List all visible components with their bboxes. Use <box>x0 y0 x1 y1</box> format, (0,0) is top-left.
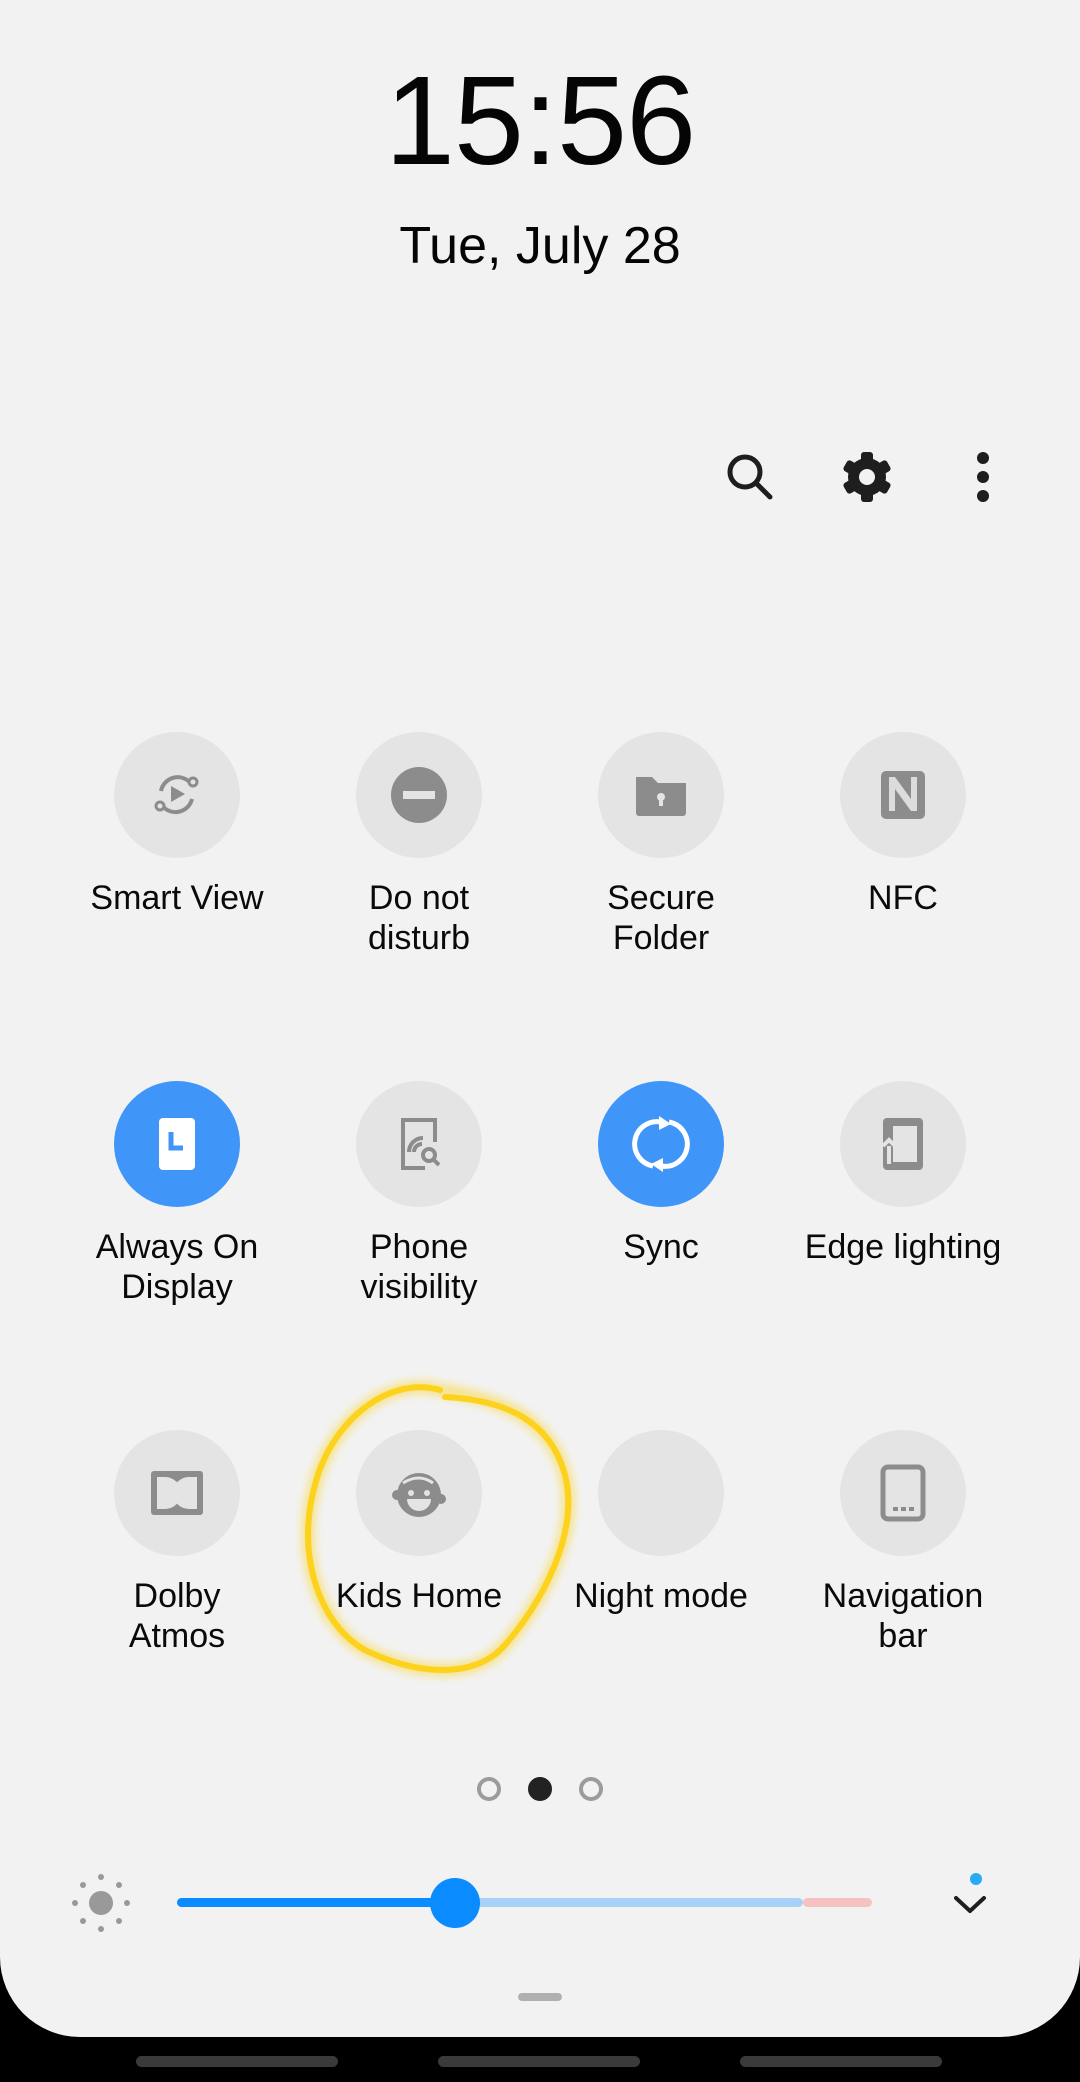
clock-time: 15:56 <box>384 50 696 191</box>
search-icon <box>727 454 773 500</box>
brightness-slider-thumb[interactable] <box>430 1878 480 1928</box>
tile-label: Do not disturb <box>367 879 471 957</box>
brightness-track-fill <box>177 1898 455 1907</box>
page-indicator <box>0 1777 1080 1801</box>
tile-phone-visibility[interactable]: Phone visibility <box>299 1081 539 1307</box>
tile-sync[interactable]: Sync <box>541 1081 781 1267</box>
brightness-track-high-zone <box>802 1898 872 1907</box>
settings-button[interactable] <box>835 445 899 509</box>
gear-icon <box>843 452 891 502</box>
tile-toggle-button[interactable] <box>114 732 240 858</box>
kids-home-icon <box>392 1473 446 1517</box>
search-button[interactable] <box>718 445 782 509</box>
panel-drag-handle[interactable] <box>518 1993 562 2001</box>
more-vertical-icon <box>977 452 989 502</box>
brightness-slider[interactable] <box>177 1878 872 1928</box>
tile-toggle-button[interactable] <box>114 1430 240 1556</box>
tile-label: NFC <box>868 879 938 917</box>
tile-always-on-display[interactable]: Always On Display <box>57 1081 297 1307</box>
tile-label: Secure Folder <box>607 879 715 957</box>
brightness-sun-icon <box>72 1874 130 1932</box>
nav-bar-back[interactable] <box>740 2056 942 2067</box>
edge-lighting-icon <box>881 1118 923 1170</box>
tile-toggle-button[interactable] <box>840 732 966 858</box>
more-options-button[interactable] <box>951 445 1015 509</box>
tile-label: Kids Home <box>335 1577 503 1615</box>
tile-navigation-bar[interactable]: Navigation bar <box>783 1430 1023 1656</box>
tile-kids-home[interactable]: Kids Home <box>299 1430 539 1616</box>
do-not-disturb-icon <box>391 767 447 823</box>
tile-dolby-atmos[interactable]: Dolby Atmos <box>57 1430 297 1656</box>
sync-icon <box>632 1116 690 1172</box>
nav-bar-home[interactable] <box>438 2056 640 2067</box>
tile-label: Dolby Atmos <box>128 1577 226 1655</box>
tile-label: Sync <box>623 1228 699 1266</box>
tile-do-not-disturb[interactable]: Do not disturb <box>299 732 539 958</box>
tile-label: Smart View <box>90 879 264 917</box>
tile-toggle-button[interactable] <box>840 1081 966 1207</box>
tile-toggle-button[interactable] <box>598 1430 724 1556</box>
tile-nfc[interactable]: NFC <box>783 732 1023 918</box>
tile-label: Always On Display <box>95 1228 259 1306</box>
tile-smart-view[interactable]: Smart View <box>57 732 297 918</box>
tile-label: Edge lighting <box>804 1228 1002 1266</box>
clock-date: Tue, July 28 <box>399 217 681 275</box>
tile-label: Phone visibility <box>360 1228 478 1306</box>
quick-settings-panel: 15:56 Tue, July 28 Smart View Do not dist… <box>0 0 1080 2037</box>
tile-label: Night mode <box>574 1577 748 1615</box>
page-dot-1[interactable] <box>477 1777 501 1801</box>
chevron-down-icon <box>954 1873 986 1913</box>
always-on-display-icon <box>159 1118 195 1170</box>
navigation-bar-icon <box>880 1464 926 1522</box>
tile-edge-lighting[interactable]: Edge lighting <box>783 1081 1023 1267</box>
tile-label: Navigation bar <box>822 1577 984 1655</box>
page-dot-3[interactable] <box>579 1777 603 1801</box>
notification-indicator-dot <box>970 1873 982 1885</box>
tile-toggle-button[interactable] <box>356 1430 482 1556</box>
smart-view-icon <box>154 775 199 815</box>
tile-toggle-button[interactable] <box>840 1430 966 1556</box>
tile-toggle-button[interactable] <box>598 732 724 858</box>
phone-visibility-icon <box>401 1118 441 1170</box>
tile-toggle-button[interactable] <box>114 1081 240 1207</box>
expand-button[interactable] <box>948 1872 996 1924</box>
tile-night-mode[interactable]: Night mode <box>541 1430 781 1616</box>
tile-secure-folder[interactable]: Secure Folder <box>541 732 781 958</box>
nav-bar-recents[interactable] <box>136 2056 338 2067</box>
nfc-icon <box>881 771 925 819</box>
tile-toggle-button[interactable] <box>356 732 482 858</box>
night-mode-icon <box>639 1469 676 1510</box>
page-dot-2[interactable] <box>528 1777 552 1801</box>
tile-toggle-button[interactable] <box>598 1081 724 1207</box>
dolby-atmos-icon <box>151 1471 203 1515</box>
secure-folder-icon <box>636 777 686 816</box>
tile-toggle-button[interactable] <box>356 1081 482 1207</box>
